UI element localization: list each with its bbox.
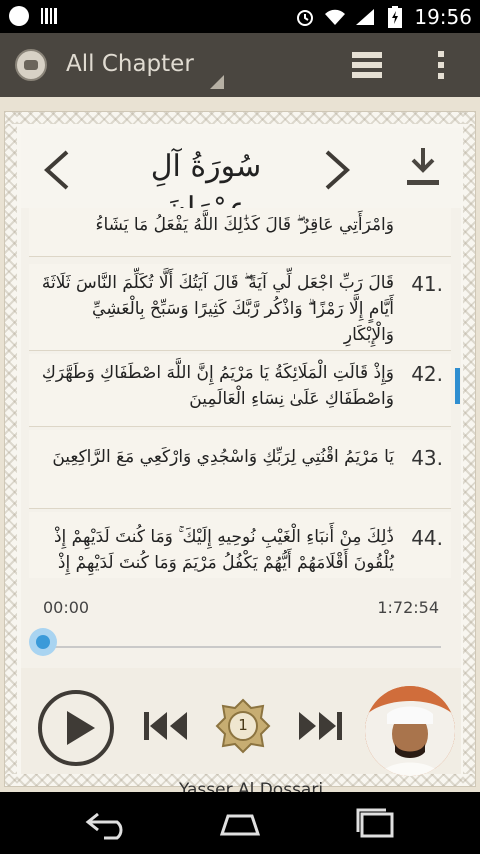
previous-surah-icon[interactable] [43,150,71,190]
wifi-icon [324,7,346,27]
reader-content: سُورَةُ آلِ عِمْرَانَ وَامْرَأَتِي عَاقِ… [0,97,480,800]
verse-number: 44. [411,526,443,550]
ornamental-frame: سُورَةُ آلِ عِمْرَانَ وَامْرَأَتِي عَاقِ… [4,111,476,800]
chapter-spinner[interactable]: All Chapter [66,51,194,77]
signal-icon [354,7,376,27]
reader-panel: سُورَةُ آلِ عِمْرَانَ وَامْرَأَتِي عَاقِ… [21,128,461,800]
total-time: 1:72:54 [377,598,439,617]
verse-row[interactable]: وَامْرَأَتِي عَاقِرٌ ۖ قَالَ كَذَٰلِكَ ا… [29,208,451,257]
notification-app-icon [8,6,30,26]
verse-row[interactable]: وَإِذْ قَالَتِ الْمَلَائِكَةُ يَا مَرْيَ… [29,354,451,427]
status-bar: 19:56 [0,0,480,33]
repeat-count: 1 [238,716,248,734]
verse-text: ذَٰلِكَ مِنْ أَنبَاءِ الْغَيْبِ نُوحِيهِ… [53,527,394,573]
verse-list[interactable]: وَامْرَأَتِي عَاقِرٌ ۖ قَالَ كَذَٰلِكَ ا… [21,208,461,578]
recents-icon[interactable] [352,806,400,840]
verse-text: وَإِذْ قَالَتِ الْمَلَائِكَةُ يَا مَرْيَ… [41,363,394,409]
current-time: 00:00 [43,598,90,617]
verse-text: قَالَ رَبِّ اجْعَل لِّي آيَةً ۖ قَالَ آي… [41,273,394,345]
verse-row[interactable]: قَالَ رَبِّ اجْعَل لِّي آيَةً ۖ قَالَ آي… [29,264,451,351]
verse-number: 43. [411,446,443,470]
next-surah-icon[interactable] [323,150,351,190]
seek-thumb[interactable] [29,628,57,656]
back-icon[interactable] [84,806,132,840]
seek-bar[interactable] [41,646,441,648]
reciter-avatar[interactable] [365,686,455,776]
audio-player: 1 Yasser Al Dossari [21,668,461,800]
list-menu-icon[interactable] [352,51,382,79]
spinner-dropdown-icon [210,75,224,89]
download-icon[interactable] [405,146,441,188]
verse-number: 42. [411,362,443,386]
verse-text: وَامْرَأَتِي عَاقِرٌ ۖ قَالَ كَذَٰلِكَ ا… [95,215,394,235]
clock: 19:56 [414,5,472,29]
verse-text: يَا مَرْيَمُ اقْنُتِي لِرَبِّكِ وَاسْجُد… [52,447,394,467]
battery-charging-icon [384,6,406,28]
surah-navigation: سُورَةُ آلِ عِمْرَانَ [21,128,461,226]
system-navigation-bar [0,792,480,854]
verse-number: 41. [411,272,443,296]
verse-row[interactable]: ذَٰلِكَ مِنْ أَنبَاءِ الْغَيْبِ نُوحِيهِ… [29,512,451,578]
app-logo-icon[interactable] [15,49,47,81]
home-icon[interactable] [216,806,264,840]
verse-row[interactable]: يَا مَرْيَمُ اقْنُتِي لِرَبِّكِ وَاسْجُد… [29,430,451,509]
next-track-icon[interactable] [295,710,343,742]
alarm-icon [294,7,316,27]
overflow-menu-icon[interactable] [436,49,446,81]
surah-title: سُورَةُ آلِ عِمْرَانَ [150,149,262,226]
barcode-notification-icon [38,6,60,26]
action-bar: All Chapter [0,33,480,97]
playback-times: 00:00 1:72:54 [21,598,461,628]
previous-track-icon[interactable] [143,710,191,742]
repeat-counter[interactable]: 1 [215,698,271,754]
scrollbar[interactable] [455,368,460,404]
play-button[interactable] [38,690,114,766]
